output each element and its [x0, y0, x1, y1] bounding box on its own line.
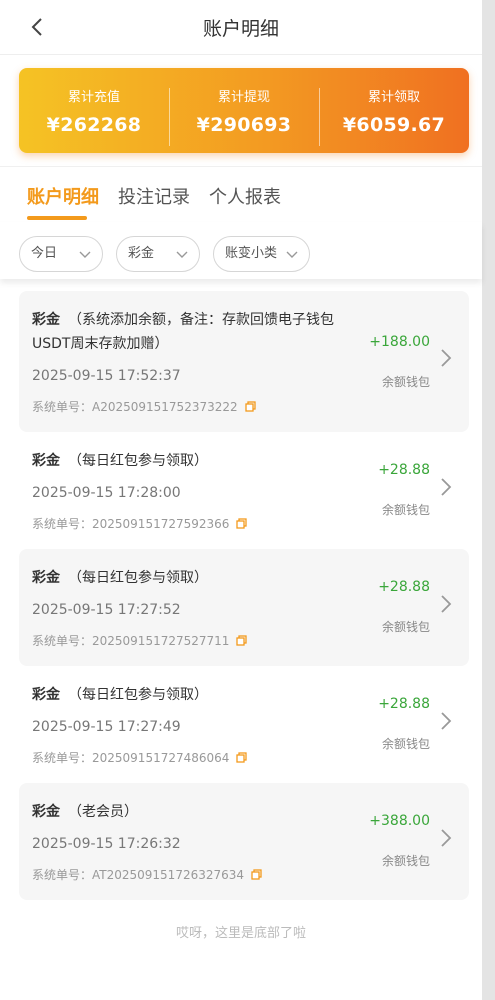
- record-order-no: 系统单号：202509151727592366: [32, 515, 248, 532]
- list-item[interactable]: 彩金 （老会员） 2025-09-15 17:26:32 系统单号：AT20250…: [19, 783, 469, 900]
- record-amount: +388.00: [369, 813, 430, 829]
- filter-bar: 今日 彩金 账变小类: [0, 222, 482, 279]
- record-amount: +28.88: [378, 579, 430, 595]
- chevron-down-icon: [286, 251, 298, 258]
- chevron-right-icon: [441, 595, 452, 613]
- record-kind: 彩金: [32, 453, 60, 469]
- record-time: 2025-09-15 17:26:32: [32, 836, 181, 852]
- record-amount: +28.88: [378, 696, 430, 712]
- filter-value: 今日: [31, 246, 58, 261]
- order-text: 系统单号：202509151727527711: [32, 634, 230, 648]
- record-order-no: 系统单号：202509151727486064: [32, 749, 248, 766]
- record-time: 2025-09-15 17:52:37: [32, 368, 181, 384]
- end-of-list-note: 哎呀，这里是底部了啦: [175, 926, 306, 941]
- copy-icon[interactable]: [236, 752, 248, 763]
- record-amount: +28.88: [378, 462, 430, 478]
- record-time: 2025-09-15 17:27:52: [32, 602, 181, 618]
- stat-value: ¥262268: [46, 113, 142, 136]
- record-wallet: 余额钱包: [381, 737, 430, 751]
- filter-value: 彩金: [128, 246, 155, 261]
- record-desc: （每日红包参与领取）: [68, 453, 208, 469]
- record-wallet: 余额钱包: [381, 503, 430, 517]
- scroll-edge: [482, 0, 495, 1000]
- stat-total-claimed: 累计领取 ¥6059.67: [319, 86, 469, 146]
- stat-label: 累计充值: [67, 89, 120, 105]
- order-text: 系统单号：A202509151752373222: [32, 400, 238, 414]
- order-text: 系统单号：202509151727486064: [32, 751, 230, 765]
- record-desc: （老会员）: [68, 804, 138, 820]
- stat-total-withdraw: 累计提现 ¥290693: [169, 86, 319, 146]
- record-time: 2025-09-15 17:27:49: [32, 719, 181, 735]
- list-item[interactable]: 彩金 （系统添加余额，备注：存款回馈电子钱包USDT周末存款加赠） 2025-09…: [19, 291, 469, 432]
- record-desc: （每日红包参与领取）: [68, 570, 208, 586]
- chevron-right-icon: [441, 829, 452, 847]
- filter-type-select[interactable]: 彩金: [116, 236, 200, 272]
- stat-value: ¥6059.67: [342, 113, 446, 136]
- record-desc: （每日红包参与领取）: [68, 687, 208, 703]
- record-order-no: 系统单号：202509151727527711: [32, 632, 248, 649]
- record-title: 彩金 （每日红包参与领取）: [32, 566, 372, 590]
- chevron-right-icon: [441, 478, 452, 496]
- chevron-down-icon: [79, 251, 91, 258]
- copy-icon[interactable]: [251, 869, 262, 880]
- record-time: 2025-09-15 17:28:00: [32, 485, 181, 501]
- copy-icon[interactable]: [236, 635, 248, 646]
- filter-date-select[interactable]: 今日: [19, 236, 103, 272]
- tab-active-indicator: [27, 216, 87, 220]
- tab-personal-report[interactable]: 个人报表: [209, 183, 281, 209]
- record-order-no: 系统单号：A202509151752373222: [32, 398, 256, 415]
- record-title: 彩金 （系统添加余额，备注：存款回馈电子钱包USDT周末存款加赠）: [32, 308, 372, 356]
- record-kind: 彩金: [32, 312, 60, 328]
- list-item[interactable]: 彩金 （每日红包参与领取） 2025-09-15 17:28:00 系统单号：20…: [19, 432, 469, 549]
- tab-account-details[interactable]: 账户明细: [27, 183, 99, 209]
- tab-bar: 账户明细 投注记录 个人报表: [0, 166, 482, 222]
- chevron-right-icon: [441, 349, 452, 367]
- filter-subtype-select[interactable]: 账变小类: [213, 236, 310, 272]
- record-wallet: 余额钱包: [381, 854, 430, 868]
- record-order-no: 系统单号：AT202509151726327634: [32, 866, 262, 883]
- summary-banner: 累计充值 ¥262268 累计提现 ¥290693 累计领取 ¥6059.67: [19, 68, 469, 153]
- order-text: 系统单号：AT202509151726327634: [32, 868, 245, 882]
- copy-icon[interactable]: [236, 518, 248, 529]
- record-title: 彩金 （老会员）: [32, 800, 372, 824]
- record-kind: 彩金: [32, 570, 60, 586]
- record-kind: 彩金: [32, 804, 60, 820]
- record-title: 彩金 （每日红包参与领取）: [32, 449, 372, 473]
- record-desc: （系统添加余额，备注：存款回馈电子钱包USDT周末存款加赠）: [32, 312, 334, 352]
- list-item[interactable]: 彩金 （每日红包参与领取） 2025-09-15 17:27:52 系统单号：20…: [19, 549, 469, 666]
- record-list: 彩金 （系统添加余额，备注：存款回馈电子钱包USDT周末存款加赠） 2025-09…: [19, 291, 469, 900]
- stat-total-deposit: 累计充值 ¥262268: [19, 86, 169, 136]
- stat-label: 累计提现: [217, 89, 270, 105]
- stat-label: 累计领取: [367, 89, 420, 105]
- record-kind: 彩金: [32, 687, 60, 703]
- record-wallet: 余额钱包: [381, 620, 430, 634]
- header: 账户明细: [0, 0, 482, 55]
- list-item[interactable]: 彩金 （每日红包参与领取） 2025-09-15 17:27:49 系统单号：20…: [19, 666, 469, 783]
- stat-value: ¥290693: [196, 113, 292, 136]
- tab-bet-records[interactable]: 投注记录: [118, 183, 190, 209]
- order-text: 系统单号：202509151727592366: [32, 517, 230, 531]
- chevron-right-icon: [441, 712, 452, 730]
- record-wallet: 余额钱包: [381, 375, 430, 389]
- account-details-page: 账户明细 累计充值 ¥262268 累计提现 ¥290693 累计领取 ¥605…: [0, 0, 482, 1000]
- chevron-down-icon: [176, 251, 188, 258]
- record-title: 彩金 （每日红包参与领取）: [32, 683, 372, 707]
- record-amount: +188.00: [369, 334, 430, 350]
- copy-icon[interactable]: [244, 401, 256, 412]
- page-title: 账户明细: [202, 18, 279, 40]
- filter-value: 账变小类: [225, 246, 278, 261]
